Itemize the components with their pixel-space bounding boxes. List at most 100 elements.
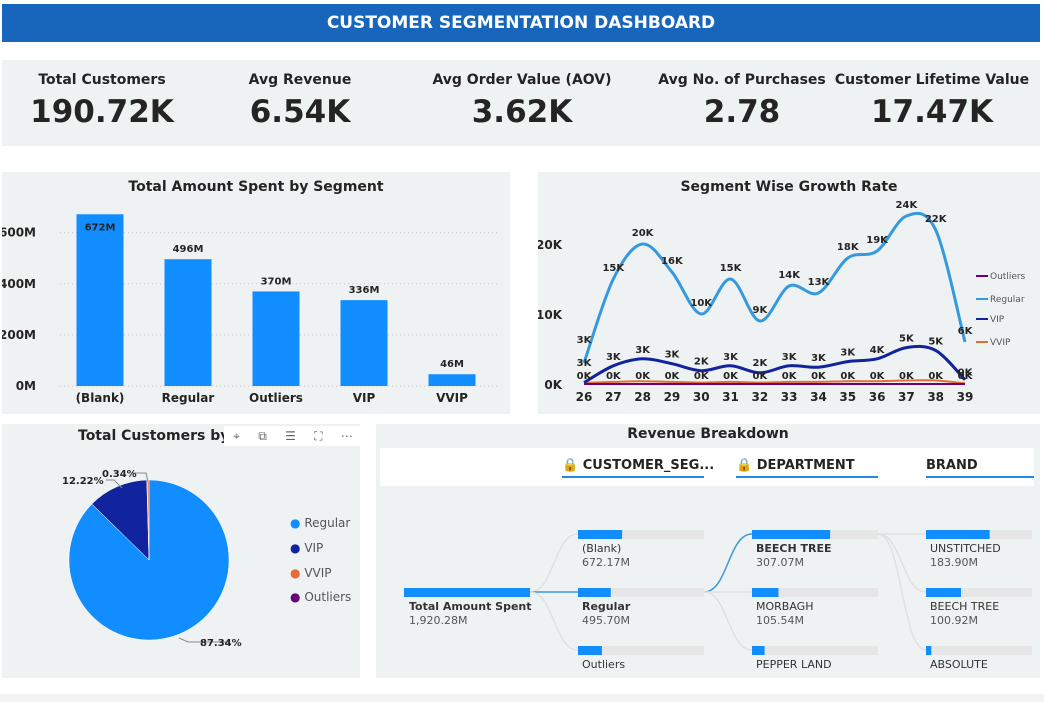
node-bar-fill: [578, 646, 602, 655]
data-label: 46M: [440, 359, 464, 370]
node-bar-fill: [752, 530, 831, 539]
y-tick-label: 0M: [16, 379, 36, 393]
x-tick-label: 35: [839, 390, 856, 404]
root-node-value: 1,920.28M: [409, 614, 468, 627]
data-label: 370M: [261, 276, 292, 287]
data-label-regular: 6K: [958, 326, 974, 337]
data-label-regular: 18K: [837, 242, 860, 253]
pie-chart-panel[interactable]: Total Customers by ⌖ ⧉ ☰ ⛶ ⋯ 87.34% 12.22…: [2, 424, 362, 678]
legend-label: VVIP: [990, 338, 1011, 348]
data-label-vip: 3K: [577, 358, 593, 369]
footer-bar: [0, 694, 1044, 702]
x-tick-label: 37: [898, 390, 915, 404]
data-label-regular: 15K: [602, 263, 625, 274]
segment-node-label[interactable]: Regular: [582, 600, 630, 613]
x-tick-label: 27: [605, 390, 622, 404]
bar-chart: 0M 200M 400M 600M 672M (Blank) 496M Regular 370M…: [2, 214, 500, 405]
data-label-vip: 3K: [665, 350, 681, 361]
bar-vvip: [428, 374, 476, 386]
data-label-regular: 14K: [778, 270, 801, 281]
kpi-label: Avg Revenue: [248, 72, 352, 88]
legend-regular[interactable]: ● Regular: [290, 516, 350, 530]
node-bar-fill: [926, 588, 961, 597]
data-label-vip: 3K: [840, 348, 856, 359]
department-node-label[interactable]: PEPPER LAND: [756, 658, 832, 671]
data-label-vvip: 0K: [958, 371, 974, 382]
data-label: 87.34%: [200, 638, 242, 649]
legend-label: Outliers: [990, 272, 1026, 282]
data-label: 0.34%: [102, 469, 137, 480]
legend-label: Outliers: [304, 590, 352, 604]
department-node-value: 307.07M: [756, 556, 804, 569]
kpi-customer-lifetime-value: Customer Lifetime Value 17.47K: [832, 60, 1032, 146]
data-label-regular: 20K: [632, 228, 655, 239]
data-label-regular: 16K: [661, 256, 684, 267]
line-chart-panel[interactable]: Segment Wise Growth Rate 0K 10K 20K 26 27 28 2…: [538, 172, 1040, 414]
segment-node-label[interactable]: (Blank): [582, 542, 621, 555]
brand-node-label[interactable]: UNSTITCHED: [930, 542, 1001, 555]
y-tick-label: 600M: [2, 226, 36, 240]
tree-connector: [877, 533, 927, 593]
x-tick-label: (Blank): [76, 391, 125, 405]
tree-connector: [703, 533, 753, 593]
revenue-breakdown-panel[interactable]: Revenue Breakdown 🔒 CUSTOMER_SEG... 🔒 DE…: [376, 424, 1040, 678]
data-label-regular: 19K: [866, 235, 889, 246]
data-label-vip: 5K: [928, 336, 944, 347]
legend-label: Regular: [304, 516, 351, 530]
data-label-vvip: 0K: [782, 371, 798, 382]
legend-outliers[interactable]: ● Outliers: [290, 590, 351, 604]
x-tick-label: 36: [869, 390, 886, 404]
segment-node-value: 672.17M: [582, 556, 630, 569]
data-label-vip: 5K: [899, 334, 915, 345]
x-tick-label: 28: [634, 390, 651, 404]
data-label-regular: 9K: [752, 305, 768, 316]
x-tick-label: Regular: [162, 391, 215, 405]
node-bar-fill: [752, 588, 779, 597]
x-tick-label: VIP: [353, 391, 376, 405]
data-label: 336M: [349, 285, 380, 296]
y-tick-label: 20K: [538, 238, 563, 252]
kpi-total-customers: Total Customers 190.72K: [2, 60, 202, 146]
data-label-vip: 3K: [635, 345, 651, 356]
data-label-vvip: 0K: [811, 371, 827, 382]
data-label-vip: 3K: [606, 352, 622, 363]
segment-node-value: 495.70M: [582, 614, 630, 627]
legend-vip[interactable]: ● VIP: [290, 541, 323, 555]
data-label-regular: 10K: [690, 298, 713, 309]
data-label-regular: 3K: [577, 335, 593, 346]
department-node-label[interactable]: MORBAGH: [756, 600, 813, 613]
node-bar-bg: [752, 646, 878, 655]
data-label-vvip: 0K: [694, 371, 710, 382]
bar-blank: [76, 214, 124, 386]
data-label-vvip: 0K: [577, 371, 593, 382]
tree-connector: [877, 533, 927, 651]
legend-label: Regular: [990, 295, 1025, 305]
brand-node-label[interactable]: BEECH TREE: [930, 600, 999, 613]
kpi-value: 3.62K: [471, 94, 573, 130]
brand-node-label[interactable]: ABSOLUTE: [930, 658, 988, 671]
department-node-label[interactable]: BEECH TREE: [756, 542, 832, 555]
legend-label: VVIP: [304, 566, 332, 580]
data-label: 496M: [173, 244, 204, 255]
line-chart: 0K 10K 20K 26 27 28 29 30 31 32 33 34 35 36 37 38 39 3K 15…: [538, 200, 1026, 404]
data-label-vip: 4K: [870, 345, 886, 356]
segment-node-label[interactable]: Outliers: [582, 658, 625, 671]
data-label-vvip: 0K: [723, 371, 739, 382]
legend-vvip[interactable]: ● VVIP: [290, 566, 332, 580]
brand-node-value: 100.92M: [930, 614, 978, 627]
data-label-regular: 24K: [896, 200, 919, 211]
department-node-value: 105.54M: [756, 614, 804, 627]
kpi-avg-revenue: Avg Revenue 6.54K: [200, 60, 400, 146]
data-label-vvip: 0K: [870, 371, 886, 382]
kpi-label: Customer Lifetime Value: [834, 72, 1030, 88]
bar-chart-panel[interactable]: Total Amount Spent by Segment 0M 200M 400M…: [2, 172, 510, 414]
x-tick-label: 29: [664, 390, 681, 404]
data-label-vip: 2K: [752, 358, 768, 369]
kpi-value: 6.54K: [249, 94, 351, 130]
root-node-bar: [404, 588, 530, 597]
bar-outliers: [252, 291, 300, 386]
legend-label: VIP: [990, 315, 1005, 325]
bar-vip: [340, 300, 388, 386]
x-tick-label: 38: [927, 390, 944, 404]
data-label-vvip: 0K: [840, 371, 856, 382]
